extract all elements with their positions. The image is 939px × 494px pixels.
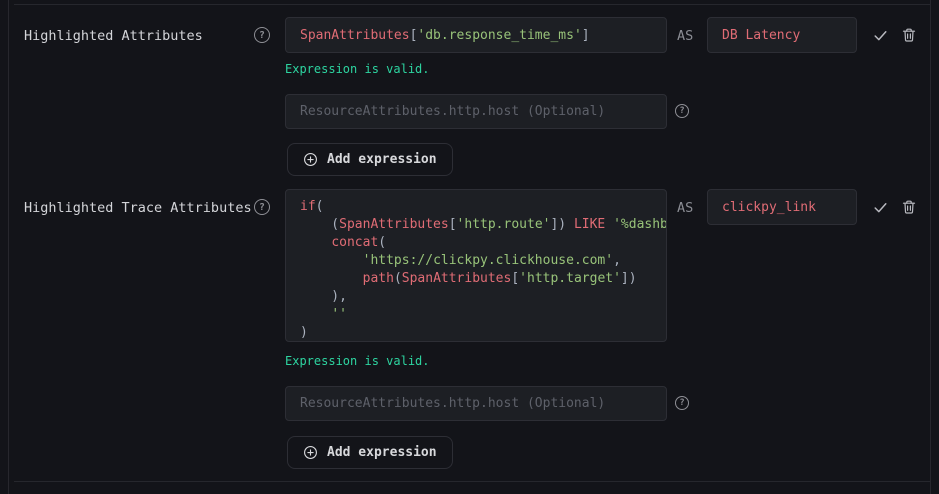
highlighted-trace-attributes-label: Highlighted Trace Attributes bbox=[24, 200, 252, 216]
add-expression-button[interactable]: Add expression bbox=[287, 143, 453, 176]
plus-circle-icon bbox=[303, 445, 318, 460]
help-icon[interactable]: ? bbox=[675, 104, 689, 118]
confirm-check-icon[interactable] bbox=[871, 26, 889, 44]
bottom-divider bbox=[14, 481, 930, 482]
trash-icon[interactable] bbox=[900, 26, 918, 44]
validity-message: Expression is valid. bbox=[285, 354, 430, 368]
add-expression-label: Add expression bbox=[327, 445, 437, 460]
panel-right-border bbox=[930, 0, 931, 494]
validity-message: Expression is valid. bbox=[285, 62, 430, 76]
panel-left-border bbox=[8, 0, 9, 494]
help-icon[interactable]: ? bbox=[675, 396, 689, 410]
help-icon[interactable]: ? bbox=[254, 27, 270, 43]
as-label: AS bbox=[677, 200, 693, 216]
add-expression-label: Add expression bbox=[327, 152, 437, 167]
confirm-check-icon[interactable] bbox=[871, 198, 889, 216]
alias-input[interactable] bbox=[707, 189, 857, 225]
help-icon[interactable]: ? bbox=[254, 199, 270, 215]
trace-expression-editor[interactable]: if( (SpanAttributes['http.route']) LIKE … bbox=[285, 189, 667, 342]
top-divider bbox=[14, 4, 930, 5]
trash-icon[interactable] bbox=[900, 198, 918, 216]
settings-panel: Highlighted Attributes ? SpanAttributes[… bbox=[0, 0, 939, 494]
alias-input[interactable] bbox=[707, 17, 857, 53]
optional-attribute-input[interactable] bbox=[285, 386, 667, 421]
plus-circle-icon bbox=[303, 152, 318, 167]
expression-input[interactable]: SpanAttributes['db.response_time_ms'] bbox=[285, 17, 667, 53]
add-expression-button[interactable]: Add expression bbox=[287, 436, 453, 469]
optional-attribute-input[interactable] bbox=[285, 94, 667, 129]
as-label: AS bbox=[677, 28, 693, 44]
highlighted-attributes-label: Highlighted Attributes bbox=[24, 28, 203, 44]
